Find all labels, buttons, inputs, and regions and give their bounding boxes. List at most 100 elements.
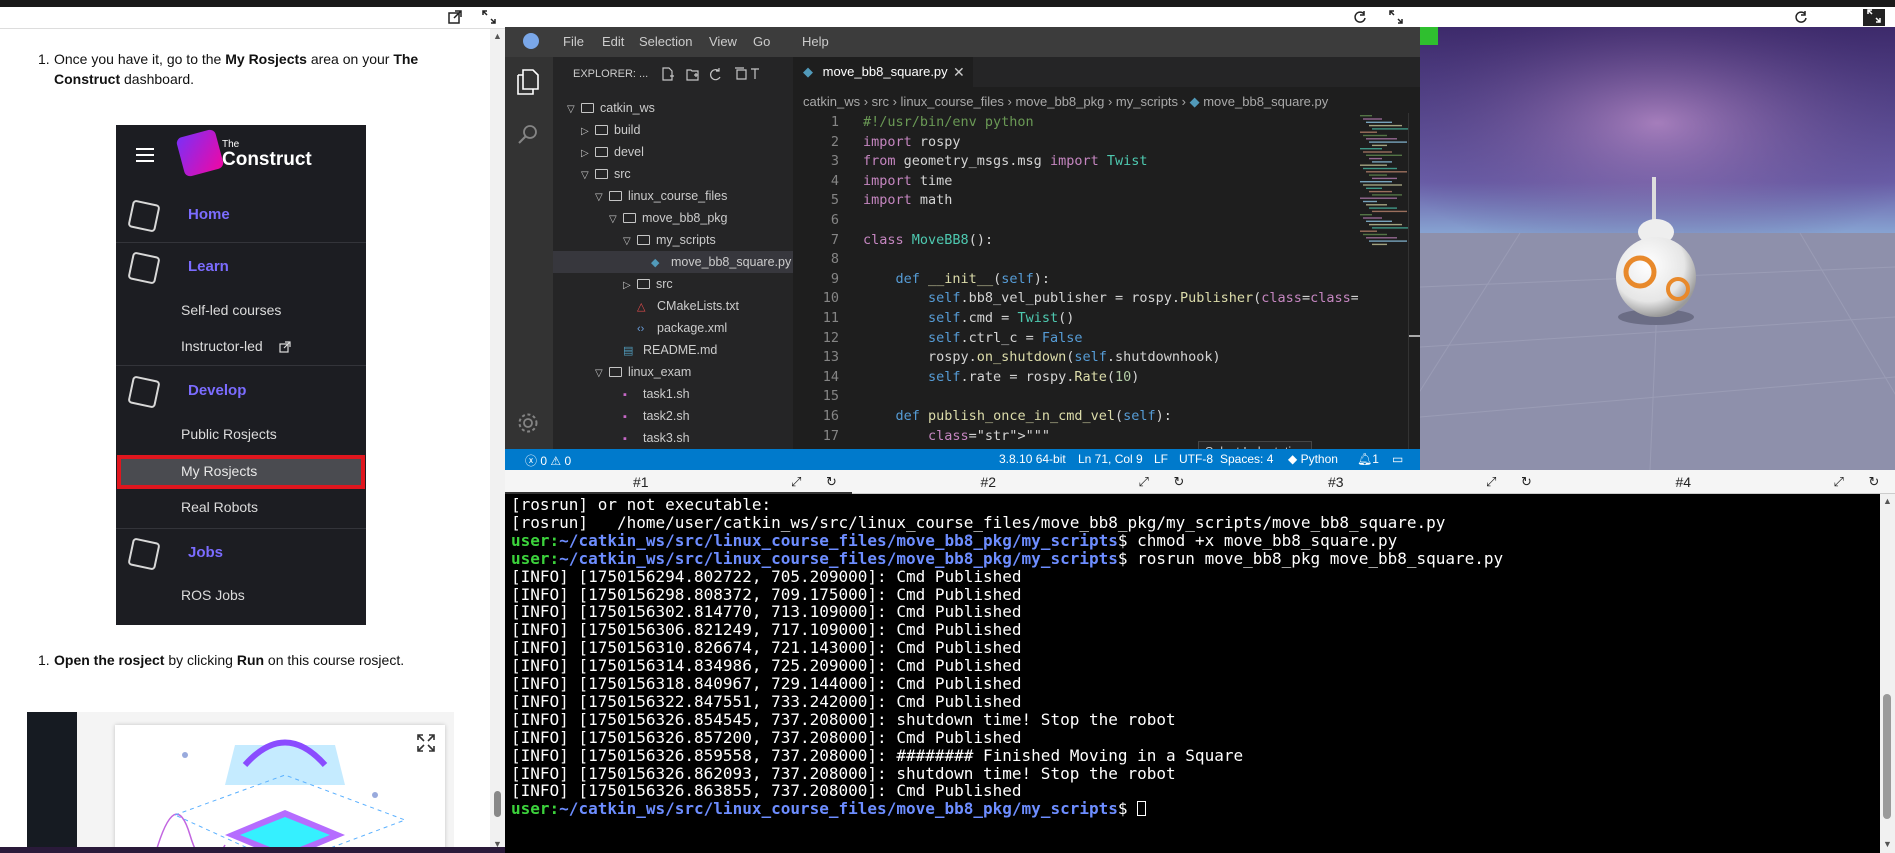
notebook-scroll-thumb[interactable] xyxy=(494,791,501,817)
expand-icon[interactable]: ⤢ xyxy=(1486,470,1496,494)
minimap-line xyxy=(1366,121,1392,123)
tab-move-bb8-square[interactable]: ◆ move_bb8_square.py ✕ xyxy=(793,57,973,87)
reload-icon[interactable] xyxy=(1793,10,1809,26)
terminal-tab-2[interactable]: #2 xyxy=(981,470,997,494)
terminal-tab-3[interactable]: #3 xyxy=(1328,470,1344,494)
file-tree-item[interactable]: ▪ task2.sh xyxy=(553,405,793,427)
line-number: 6 xyxy=(830,212,839,228)
breadcrumb-separator: › xyxy=(1104,94,1116,109)
status-problems[interactable]: ⓧ 0 ⚠ 0 xyxy=(525,452,571,469)
breadcrumb-item[interactable]: src xyxy=(872,94,889,109)
reload-icon[interactable] xyxy=(1352,10,1368,26)
menu-selection[interactable]: Selection xyxy=(639,34,692,49)
breadcrumb-item[interactable]: move_bb8_pkg xyxy=(1015,94,1104,109)
breadcrumb-item[interactable]: move_bb8_square.py xyxy=(1203,94,1328,109)
reload-icon[interactable]: ↻ xyxy=(826,470,837,494)
expand-icon[interactable] xyxy=(481,10,497,26)
minimap-line xyxy=(1360,197,1397,199)
breadcrumb-item[interactable]: my_scripts xyxy=(1116,94,1178,109)
terminal-line: [INFO] [1750156306.821249, 717.109000]: … xyxy=(511,621,1022,639)
terminal-tab-1[interactable]: #1 xyxy=(633,470,649,494)
file-tree-item[interactable]: ▤ README.md xyxy=(553,339,793,361)
terminal[interactable]: [rosrun] or not executable: [rosrun] /hom… xyxy=(505,494,1880,853)
menu-file[interactable]: File xyxy=(563,34,584,49)
terminal-line: [INFO] [1750156322.847551, 733.242000]: … xyxy=(511,692,1022,711)
code-area[interactable]: 1 #!/usr/bin/env python 2 import rospy 3 from… xyxy=(793,113,1358,449)
file-tree-item[interactable]: ▪ task1.sh xyxy=(553,383,793,405)
file-tree-item[interactable]: ▽ linux_course_files xyxy=(553,185,793,207)
layout-icon[interactable]: ▭ xyxy=(1392,452,1403,466)
terminal-scroll-thumb[interactable] xyxy=(1883,694,1891,819)
status-position[interactable]: Ln 71, Col 9 xyxy=(1078,452,1143,466)
file-tree-item[interactable]: ▷ build xyxy=(553,119,793,141)
notebook-scrollbar[interactable]: ▲ ▼ xyxy=(490,29,505,853)
status-language[interactable]: ◆ Python xyxy=(1288,452,1338,466)
menu-item-instructor-led[interactable]: Instructor-led xyxy=(181,338,291,354)
menu-go[interactable]: Go xyxy=(753,34,770,49)
menu-item-real-robots[interactable]: Real Robots xyxy=(181,499,351,515)
explorer-icon[interactable] xyxy=(517,69,539,95)
file-tree-item[interactable]: ▪ task3.sh xyxy=(553,427,793,449)
menu-item-my-rosjects[interactable]: My Rosjects xyxy=(181,463,351,479)
menu-item-ros-jobs[interactable]: ROS Jobs xyxy=(181,587,351,603)
course-preview-card[interactable] xyxy=(27,712,454,853)
expand-icon[interactable]: ⤢ xyxy=(1139,470,1149,494)
folder-icon xyxy=(595,169,608,179)
scroll-down-icon[interactable]: ▼ xyxy=(1883,839,1892,849)
expand-icon[interactable]: ⤢ xyxy=(1834,470,1844,494)
reload-icon[interactable]: ↻ xyxy=(1869,470,1880,494)
settings-gear-icon[interactable] xyxy=(517,412,539,434)
expand-icon[interactable]: ⤢ xyxy=(791,470,801,494)
close-icon[interactable]: ✕ xyxy=(953,57,965,87)
file-tree-item[interactable]: ▽ src xyxy=(553,163,793,185)
menu-item-my-rosjects-highlight[interactable]: My Rosjects xyxy=(117,455,365,489)
terminal-output: [INFO] [1750156314.834986, 725.209000]: … xyxy=(511,656,1022,676)
file-tree-item[interactable]: ▽ move_bb8_pkg xyxy=(553,207,793,229)
expand-icon[interactable] xyxy=(1863,9,1885,26)
scroll-up-icon[interactable]: ▲ xyxy=(1883,496,1892,506)
terminal-tab-4[interactable]: #4 xyxy=(1676,470,1692,494)
menu-item-public-rosjects[interactable]: Public Rosjects xyxy=(181,426,351,442)
status-interpreter[interactable]: 3.8.10 64-bit xyxy=(999,452,1066,466)
chevron-right-icon: ▷ xyxy=(623,280,631,291)
reload-icon[interactable]: ↻ xyxy=(1174,470,1185,494)
search-icon[interactable] xyxy=(517,123,539,145)
code-minimap[interactable] xyxy=(1358,113,1412,253)
status-eol[interactable]: LF xyxy=(1154,452,1168,466)
file-tree-label: src xyxy=(656,277,673,291)
file-tree-item[interactable]: ▽ linux_exam xyxy=(553,361,793,383)
file-tree-item[interactable]: ‹› package.xml xyxy=(553,317,793,339)
status-indentation[interactable]: Spaces: 4 xyxy=(1220,452,1273,466)
menu-item-self-led[interactable]: Self-led courses xyxy=(181,302,351,318)
breadcrumb-item[interactable]: catkin_ws xyxy=(803,94,860,109)
file-tree-item[interactable]: △ CMakeLists.txt xyxy=(553,295,793,317)
course-illustration xyxy=(115,725,445,853)
breadcrumb-item[interactable]: linux_course_files xyxy=(901,94,1004,109)
expand-icon[interactable] xyxy=(416,733,436,753)
file-tree-label: move_bb8_pkg xyxy=(642,211,728,225)
python-file-icon: ◆ xyxy=(1189,94,1204,109)
editor-scrollbar[interactable] xyxy=(1408,113,1421,449)
file-tree-item[interactable]: ▽ my_scripts xyxy=(553,229,793,251)
terminal-output: [INFO] [1750156318.840967, 729.144000]: … xyxy=(511,674,1022,693)
menu-help[interactable]: Help xyxy=(802,34,829,49)
minimap-line xyxy=(1369,174,1387,176)
reload-icon[interactable]: ↻ xyxy=(1521,470,1532,494)
scroll-up-icon[interactable]: ▲ xyxy=(493,31,502,41)
terminal-scrollbar[interactable]: ▲ ▼ xyxy=(1880,494,1895,853)
expand-icon[interactable] xyxy=(1388,10,1404,26)
menu-view[interactable]: View xyxy=(709,34,737,49)
file-tree-item[interactable]: ▷ devel xyxy=(553,141,793,163)
gazebo-simulation-view[interactable] xyxy=(1420,27,1895,470)
menu-edit[interactable]: Edit xyxy=(602,34,624,49)
status-encoding[interactable]: UTF-8 xyxy=(1179,452,1213,466)
file-tree-item[interactable]: ▷ src xyxy=(553,273,793,295)
python-file-icon: ◆ xyxy=(803,64,813,79)
status-notifications[interactable]: 🔔︎1 xyxy=(1357,452,1379,466)
file-tree-item[interactable]: ◆ move_bb8_square.py xyxy=(553,251,793,273)
chevron-down-icon: ▽ xyxy=(567,104,575,115)
py-file-icon: ◆ xyxy=(651,257,660,269)
file-tree-item[interactable]: ▽ catkin_ws xyxy=(553,97,793,119)
external-link-icon[interactable] xyxy=(447,10,463,26)
code-line: 16 def publish_once_in_cmd_vel(self): xyxy=(793,407,1358,426)
